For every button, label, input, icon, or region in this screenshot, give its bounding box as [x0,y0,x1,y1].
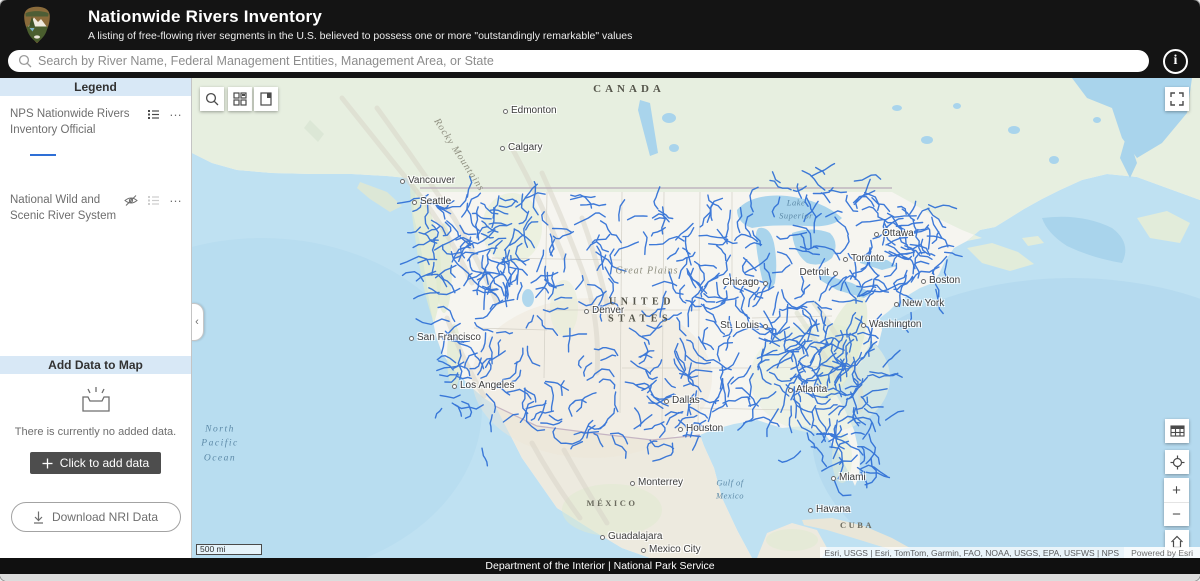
search-input[interactable] [8,50,1149,72]
layer-options-ellipsis-icon[interactable]: … [169,194,183,202]
legend-list-icon[interactable] [147,194,160,207]
zoom-out-icon: − [1172,506,1181,523]
download-nri-data-button[interactable]: Download NRI Data [11,502,181,532]
map[interactable]: VancouverSeattleEdmontonCalgaryOttawaTor… [192,78,1200,558]
scale-bar: 500 mi [196,544,262,555]
click-to-add-data-button[interactable]: Click to add data [30,452,161,474]
zoom-in-button[interactable]: + [1164,478,1189,502]
footer-text: Department of the Interior | National Pa… [485,560,714,572]
fullscreen-button[interactable] [1165,87,1189,111]
basemap-gallery-icon [233,92,247,106]
attribute-table-button[interactable] [1165,419,1189,443]
app-window: Nationwide Rivers Inventory A listing of… [0,0,1200,581]
fullscreen-icon [1170,92,1184,106]
layer-item-nri[interactable]: NPS Nationwide Rivers Inventory Official… [0,96,191,138]
add-data-empty-message: There is currently no added data. [10,426,181,438]
sidebar-collapse-handle[interactable]: ‹ [192,303,204,341]
search-bar-row: i [0,48,1200,78]
attribution: Esri, USGS | Esri, TomTom, Garmin, FAO, … [820,547,1200,558]
layer-item-wild-scenic[interactable]: National Wild and Scenic River System … [0,182,191,224]
zoom-in-icon: + [1172,482,1181,499]
download-icon [33,511,44,524]
zoom-controls: + − [1164,478,1189,526]
legend-swatch-line [30,154,56,156]
search-icon [205,92,219,106]
basemap [192,78,1200,558]
app-header: Nationwide Rivers Inventory A listing of… [0,0,1200,48]
locate-button[interactable] [1165,450,1189,474]
layer-options-ellipsis-icon[interactable]: … [169,108,183,116]
bookmarks-button[interactable] [254,87,278,111]
legend-header: Legend [0,78,191,96]
app-footer: Department of the Interior | National Pa… [0,558,1200,574]
page-title: Nationwide Rivers Inventory [88,7,632,27]
window-bottom-edge [0,574,1200,581]
info-icon: i [1174,54,1178,68]
page-subtitle: A listing of free-flowing river segments… [88,30,632,42]
visibility-off-icon[interactable] [124,194,138,207]
add-data-panel: Add Data to Map There is currently no ad… [0,356,191,490]
bookmarks-icon [259,92,273,106]
basemap-gallery-button[interactable] [228,87,252,111]
add-data-header: Add Data to Map [0,356,191,374]
attribution-text: Esri, USGS | Esri, TomTom, Garmin, FAO, … [820,547,1125,558]
legend-panel: NPS Nationwide Rivers Inventory Official… [0,96,191,356]
layer-name: NPS Nationwide Rivers Inventory Official [10,106,147,138]
powered-by-esri: Powered by Esri [1124,547,1200,558]
attribute-table-icon [1170,424,1185,438]
locate-icon [1170,455,1185,470]
zoom-out-button[interactable]: − [1164,502,1189,526]
plus-icon [42,458,53,469]
info-button[interactable]: i [1163,49,1188,74]
nps-arrowhead-logo [22,6,52,44]
chevron-left-icon: ‹ [195,316,199,328]
empty-tray-icon [79,386,113,413]
search-icon [18,54,32,68]
map-search-button[interactable] [200,87,224,111]
legend-list-icon[interactable] [147,108,160,121]
layer-name: National Wild and Scenic River System [10,192,124,224]
sidebar: Legend NPS Nationwide Rivers Inventory O… [0,78,192,558]
